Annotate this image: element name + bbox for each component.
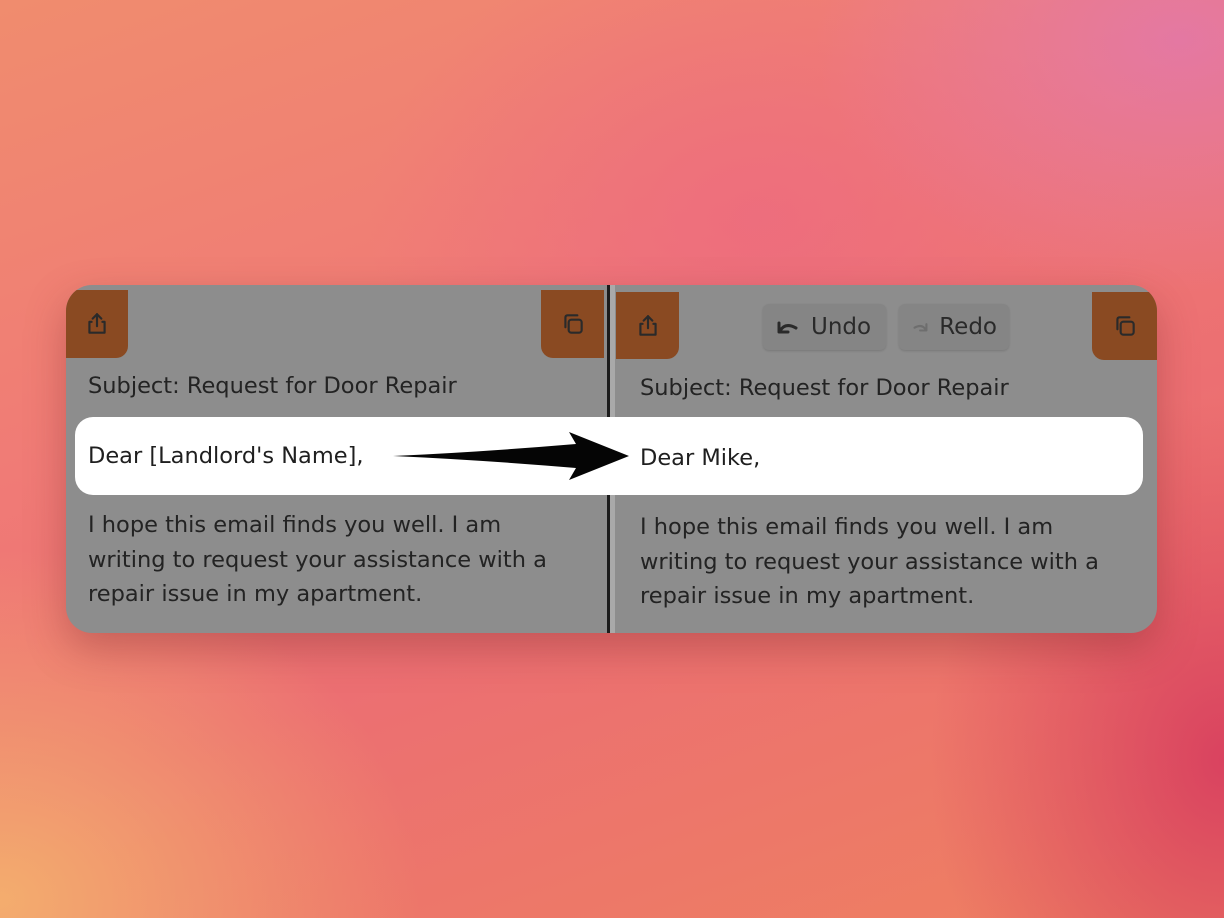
undo-label: Undo	[811, 314, 872, 340]
copy-icon	[563, 314, 583, 334]
email-subject: Subject: Request for Door Repair	[640, 375, 1009, 401]
share-button[interactable]	[66, 290, 128, 358]
copy-icon	[1115, 316, 1135, 336]
share-button[interactable]	[616, 292, 679, 359]
redo-button[interactable]: Redo	[899, 304, 1009, 350]
share-icon	[638, 314, 657, 336]
undo-icon	[777, 321, 798, 334]
email-body: I hope this email finds you well. I am w…	[640, 514, 1099, 609]
copy-button[interactable]	[541, 290, 604, 358]
undo-button[interactable]: Undo	[763, 304, 886, 350]
comparison-panel: Subject: Request for Door Repair I hope …	[66, 285, 1157, 633]
arrow-right-icon	[393, 432, 629, 480]
email-body: I hope this email finds you well. I am w…	[88, 512, 547, 607]
share-icon	[88, 313, 106, 334]
copy-button[interactable]	[1092, 292, 1157, 360]
edited-greeting: Dear Mike,	[640, 445, 761, 471]
redo-icon	[913, 323, 928, 332]
email-subject: Subject: Request for Door Repair	[88, 373, 457, 399]
redo-label: Redo	[939, 314, 997, 340]
original-greeting: Dear [Landlord's Name],	[88, 443, 364, 469]
